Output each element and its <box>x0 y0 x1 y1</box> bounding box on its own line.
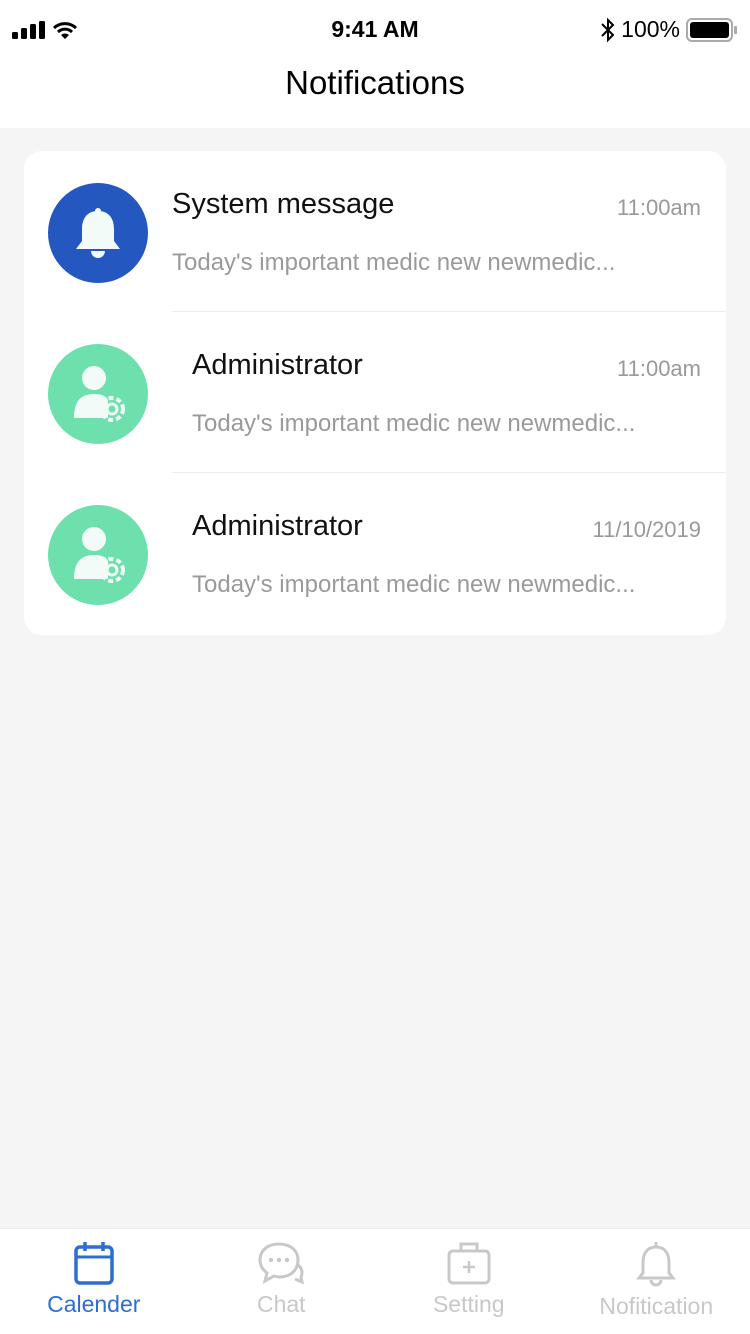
bell-avatar <box>48 183 148 283</box>
notification-preview: Today's important medic new newmedic... <box>192 410 636 437</box>
tab-label: Setting <box>432 1291 505 1317</box>
notification-sender: System message <box>172 188 395 220</box>
bell-icon <box>76 208 120 258</box>
tab-bar: Calender Chat Setting Nofitication <box>0 1228 750 1334</box>
admin-avatar <box>48 505 148 605</box>
chat-icon <box>258 1242 305 1285</box>
bluetooth-icon <box>601 17 615 42</box>
tab-setting[interactable]: Setting <box>375 1229 563 1334</box>
notification-sender: Administrator <box>192 349 363 381</box>
admin-user-gear-icon <box>74 366 125 422</box>
status-bar: 9:41 AM 100% <box>0 0 750 64</box>
tab-nofitication[interactable]: Nofitication <box>563 1229 750 1334</box>
notification-preview: Today's important medic new newmedic... <box>192 571 636 598</box>
notification-time: 11:00am <box>617 356 701 381</box>
header: 9:41 AM 100% Notifications <box>0 0 750 128</box>
tab-calender[interactable]: Calender <box>0 1229 188 1334</box>
notification-list: System message 11:00am Today's important… <box>24 151 726 635</box>
medical-kit-icon <box>447 1242 491 1285</box>
notification-item[interactable]: Administrator 11:00am Today's important … <box>24 312 726 473</box>
tab-chat[interactable]: Chat <box>188 1229 376 1334</box>
notification-item[interactable]: Administrator 11/10/2019 Today's importa… <box>24 473 726 634</box>
tab-label: Nofitication <box>599 1293 714 1319</box>
admin-avatar <box>48 344 148 444</box>
battery-percent: 100% <box>621 16 680 42</box>
tab-label: Calender <box>47 1291 141 1317</box>
notification-preview: Today's important medic new newmedic... <box>172 249 616 276</box>
battery-icon <box>686 17 737 42</box>
calendar-icon <box>74 1242 114 1285</box>
page-title: Notifications <box>285 64 465 101</box>
notification-sender: Administrator <box>192 510 363 542</box>
notification-time: 11/10/2019 <box>592 517 701 542</box>
notification-item[interactable]: System message 11:00am Today's important… <box>24 151 726 312</box>
bell-icon <box>636 1242 677 1287</box>
tab-label: Chat <box>256 1291 306 1317</box>
notification-time: 11:00am <box>617 195 701 220</box>
admin-user-gear-icon <box>74 527 125 583</box>
